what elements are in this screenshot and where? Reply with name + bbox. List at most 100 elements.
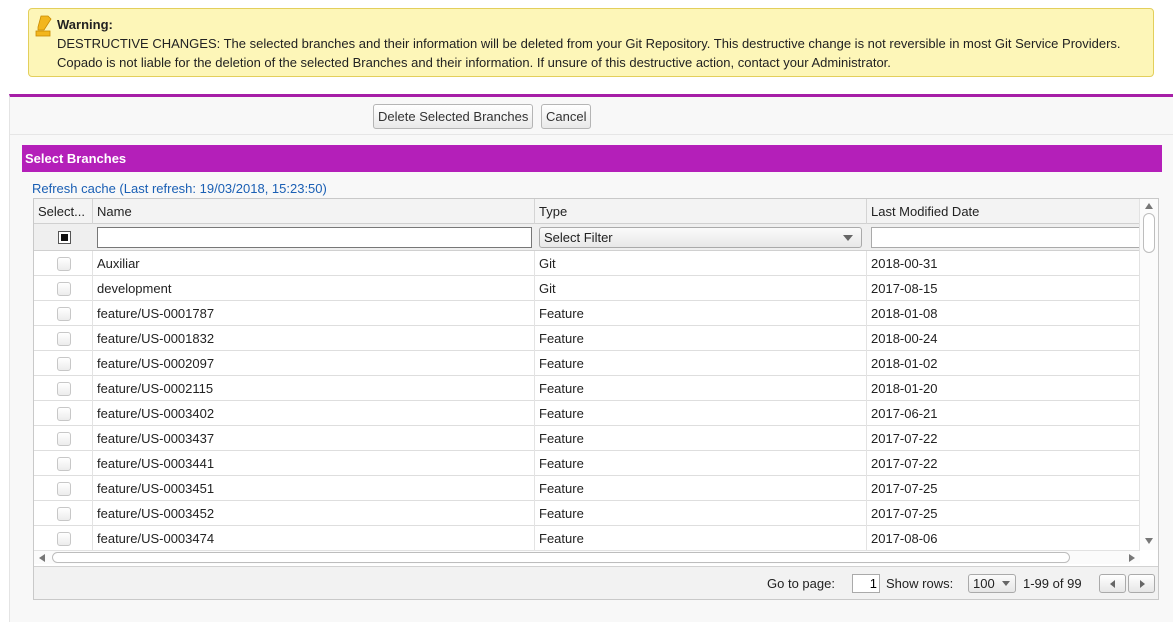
table-row[interactable]: feature/US-0001787 Feature 2018-01-08 (34, 301, 1140, 326)
vertical-scrollbar[interactable] (1139, 199, 1158, 550)
branch-type-cell: Feature (535, 426, 867, 451)
show-rows-label: Show rows: (886, 576, 954, 591)
column-header-select[interactable]: Select... (34, 199, 93, 224)
row-select-cell (34, 451, 93, 476)
scroll-up-icon[interactable] (1145, 203, 1153, 209)
row-checkbox[interactable] (57, 407, 71, 421)
table-row[interactable]: feature/US-0003441 Feature 2017-07-22 (34, 451, 1140, 476)
column-header-type[interactable]: Type (535, 199, 867, 224)
row-select-cell (34, 426, 93, 451)
row-select-cell (34, 326, 93, 351)
previous-page-button[interactable] (1099, 574, 1126, 593)
last-modified-cell: 2018-01-02 (871, 356, 938, 371)
scroll-thumb-horizontal[interactable] (52, 552, 1070, 563)
warning-message: DESTRUCTIVE CHANGES: The selected branch… (57, 36, 1121, 70)
row-checkbox[interactable] (57, 307, 71, 321)
last-modified-cell: 2018-00-24 (871, 331, 938, 346)
row-checkbox[interactable] (57, 482, 71, 496)
button-bar: Delete Selected Branches Cancel (10, 97, 1173, 135)
scroll-down-icon[interactable] (1145, 538, 1153, 544)
page-number-input[interactable] (852, 574, 880, 593)
chevron-down-icon (1002, 581, 1010, 586)
delete-selected-branches-button[interactable]: Delete Selected Branches (373, 104, 534, 129)
row-checkbox[interactable] (57, 432, 71, 446)
branch-name-cell: feature/US-0003452 (93, 501, 535, 526)
branch-type-cell: Git (535, 251, 867, 276)
filter-row: Select Filter (34, 224, 1140, 251)
scroll-right-icon[interactable] (1129, 554, 1135, 562)
row-select-cell (34, 251, 93, 276)
branch-name-cell: feature/US-0003451 (93, 476, 535, 501)
last-modified-cell: 2017-07-22 (871, 456, 938, 471)
last-modified-cell: 2018-01-08 (871, 306, 938, 321)
branch-name-cell: feature/US-0003402 (93, 401, 535, 426)
row-checkbox[interactable] (57, 457, 71, 471)
row-select-cell (34, 301, 93, 326)
row-checkbox[interactable] (57, 332, 71, 346)
type-filter-select[interactable]: Select Filter (539, 227, 862, 248)
branch-type-cell: Feature (535, 501, 867, 526)
branch-name-cell: feature/US-0003437 (93, 426, 535, 451)
table-row[interactable]: feature/US-0002115 Feature 2018-01-20 (34, 376, 1140, 401)
name-filter-input[interactable] (97, 227, 532, 248)
branch-name-cell: feature/US-0003474 (93, 526, 535, 551)
last-modified-cell: 2017-08-15 (871, 281, 938, 296)
table-row[interactable]: feature/US-0003402 Feature 2017-06-21 (34, 401, 1140, 426)
pager: Go to page: Show rows: 100 1-99 of 99 (34, 566, 1158, 599)
section-header: Select Branches (22, 145, 1162, 172)
cancel-button[interactable]: Cancel (541, 104, 592, 129)
last-modified-cell: 2017-07-25 (871, 481, 938, 496)
last-modified-cell: 2018-00-31 (871, 256, 938, 271)
row-select-cell (34, 376, 93, 401)
branch-type-cell: Feature (535, 326, 867, 351)
last-modified-cell: 2017-07-22 (871, 431, 938, 446)
table-row[interactable]: feature/US-0003452 Feature 2017-07-25 (34, 501, 1140, 526)
branch-type-cell: Feature (535, 376, 867, 401)
table-row[interactable]: feature/US-0003451 Feature 2017-07-25 (34, 476, 1140, 501)
branch-name-cell: feature/US-0002097 (93, 351, 535, 376)
go-to-page-label: Go to page: (767, 576, 835, 591)
row-checkbox[interactable] (57, 282, 71, 296)
branch-type-cell: Feature (535, 401, 867, 426)
branches-grid: Select... Name Type Last Modified Date S… (33, 198, 1159, 600)
table-row[interactable]: feature/US-0003474 Feature 2017-08-06 (34, 526, 1140, 551)
next-page-button[interactable] (1128, 574, 1155, 593)
table-row[interactable]: feature/US-0002097 Feature 2018-01-02 (34, 351, 1140, 376)
row-checkbox[interactable] (57, 257, 71, 271)
last-modified-cell: 2017-07-25 (871, 506, 938, 521)
warning-box: Warning: DESTRUCTIVE CHANGES: The select… (28, 8, 1154, 77)
row-select-cell (34, 276, 93, 301)
last-modified-cell: 2017-08-06 (871, 531, 938, 546)
branch-type-cell: Feature (535, 526, 867, 551)
rows-per-page-select[interactable]: 100 (968, 574, 1016, 593)
last-modified-cell: 2017-06-21 (871, 406, 938, 421)
table-row[interactable]: Auxiliar Git 2018-00-31 (34, 251, 1140, 276)
horizontal-scrollbar[interactable] (34, 550, 1140, 564)
scroll-thumb[interactable] (1143, 213, 1155, 253)
scroll-left-icon[interactable] (39, 554, 45, 562)
branch-type-cell: Feature (535, 301, 867, 326)
row-select-cell (34, 476, 93, 501)
date-filter-input[interactable] (871, 227, 1140, 248)
warning-pencil-icon (35, 15, 52, 37)
branch-type-cell: Feature (535, 451, 867, 476)
rows-per-page-value: 100 (973, 576, 995, 591)
table-row[interactable]: feature/US-0001832 Feature 2018-00-24 (34, 326, 1140, 351)
column-header-name[interactable]: Name (93, 199, 535, 224)
branch-type-cell: Feature (535, 476, 867, 501)
column-header-last-modified[interactable]: Last Modified Date (867, 199, 1140, 224)
warning-title: Warning: (57, 17, 113, 32)
row-checkbox[interactable] (57, 532, 71, 546)
branch-type-cell: Git (535, 276, 867, 301)
row-select-cell (34, 526, 93, 551)
select-all-checkbox[interactable] (58, 231, 71, 244)
row-checkbox[interactable] (57, 382, 71, 396)
row-select-cell (34, 501, 93, 526)
branch-name-cell: development (93, 276, 535, 301)
table-row[interactable]: development Git 2017-08-15 (34, 276, 1140, 301)
row-checkbox[interactable] (57, 357, 71, 371)
row-checkbox[interactable] (57, 507, 71, 521)
table-row[interactable]: feature/US-0003437 Feature 2017-07-22 (34, 426, 1140, 451)
refresh-cache-link[interactable]: Refresh cache (Last refresh: 19/03/2018,… (32, 181, 327, 196)
last-modified-cell: 2018-01-20 (871, 381, 938, 396)
